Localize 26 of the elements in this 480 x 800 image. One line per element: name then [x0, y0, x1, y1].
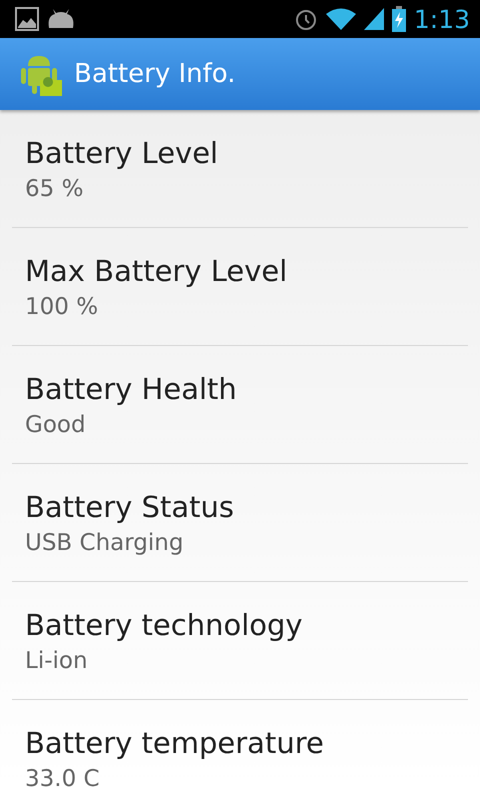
item-value: Good: [25, 412, 87, 438]
list-item[interactable]: Battery Health Good: [12, 346, 468, 464]
list-item[interactable]: Battery Level 65 %: [12, 110, 468, 228]
status-time: 1:13: [414, 4, 470, 34]
item-label: Max Battery Level: [25, 254, 288, 288]
item-label: Battery temperature: [25, 726, 325, 760]
image-icon: [15, 7, 39, 31]
alarm-icon: [294, 7, 318, 31]
item-value: 33.0 C: [25, 766, 101, 792]
item-label: Battery technology: [25, 608, 304, 642]
item-value: 100 %: [25, 294, 100, 320]
android-head-icon: [47, 8, 75, 30]
list-item[interactable]: Battery technology Li-ion: [12, 582, 468, 700]
battery-charging-icon: [392, 6, 406, 32]
item-label: Battery Level: [25, 136, 220, 170]
list-item[interactable]: Max Battery Level 100 %: [12, 228, 468, 346]
app-title: Battery Info.: [74, 59, 236, 89]
item-value: 65 %: [25, 176, 84, 202]
wifi-icon: [326, 7, 356, 31]
list-item[interactable]: Battery Status USB Charging: [12, 464, 468, 582]
signal-icon: [364, 7, 384, 31]
item-label: Battery Health: [25, 372, 238, 406]
item-label: Battery Status: [25, 490, 235, 524]
item-value: Li-ion: [25, 648, 89, 674]
item-value: USB Charging: [25, 530, 184, 556]
list-item[interactable]: Battery temperature 33.0 C: [12, 700, 468, 800]
